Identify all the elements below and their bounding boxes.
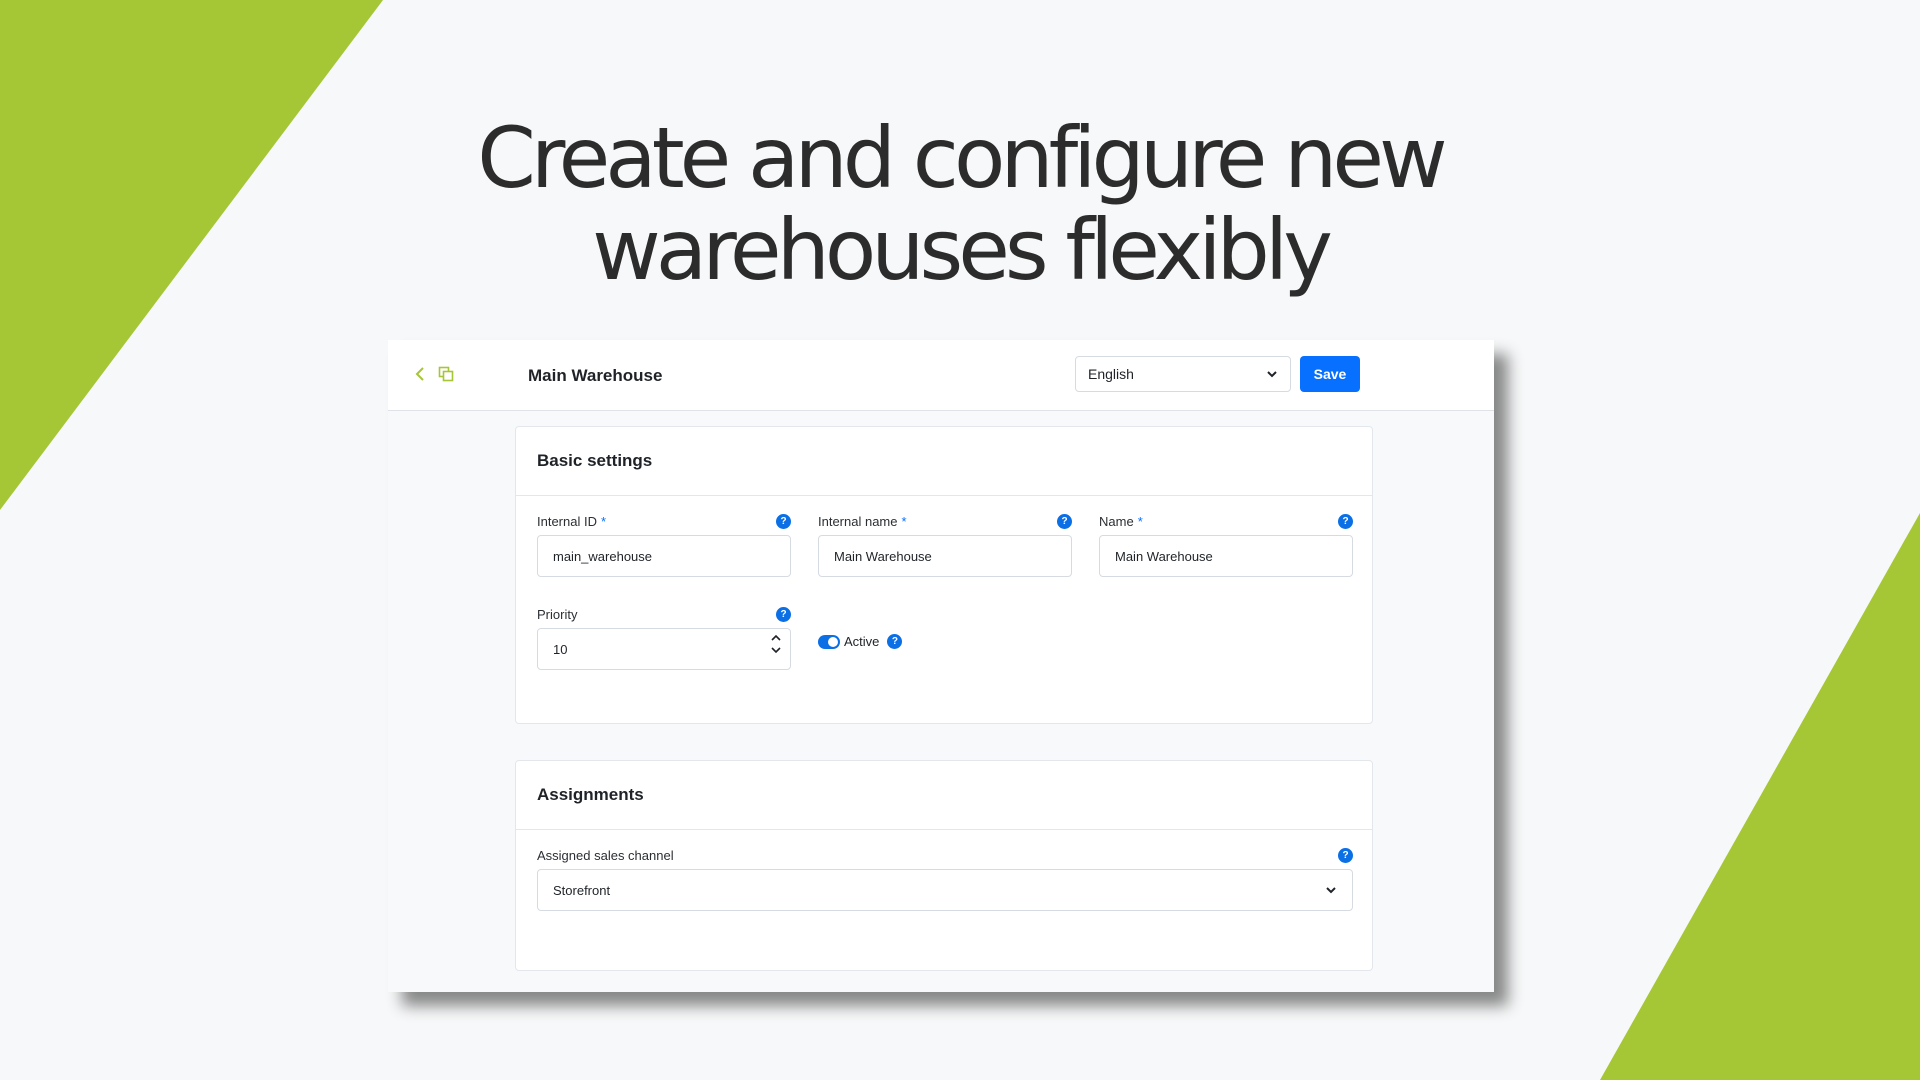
internal-id-label: Internal ID: [537, 513, 597, 529]
active-toggle-field: Active ?: [818, 634, 903, 649]
chevron-down-icon: [1325, 886, 1337, 894]
help-icon[interactable]: ?: [776, 513, 791, 529]
basic-settings-card: Basic settings Internal ID * ? main_ware…: [515, 426, 1373, 724]
internal-name-label: Internal name: [818, 513, 898, 529]
language-select-value: English: [1088, 366, 1134, 382]
active-toggle[interactable]: [818, 634, 840, 649]
headline: Create and configure new warehouses flex…: [0, 112, 1920, 296]
help-icon[interactable]: ?: [1057, 513, 1072, 529]
copy-icon: [438, 366, 454, 382]
name-field: Name * ? Main Warehouse: [1099, 511, 1353, 577]
required-marker: *: [600, 513, 607, 529]
chevron-up-icon[interactable]: [771, 634, 781, 641]
help-icon[interactable]: ?: [1338, 847, 1353, 863]
sales-channel-select[interactable]: Storefront: [537, 869, 1353, 911]
help-icon[interactable]: ?: [776, 606, 791, 622]
assignments-heading: Assignments: [516, 761, 1372, 830]
name-label: Name: [1099, 513, 1134, 529]
chevron-left-icon: [415, 367, 424, 381]
save-button[interactable]: Save: [1300, 356, 1360, 392]
required-marker: *: [901, 513, 907, 529]
name-input[interactable]: Main Warehouse: [1099, 535, 1353, 577]
chevron-down-icon[interactable]: [771, 647, 781, 654]
help-icon[interactable]: ?: [887, 634, 903, 649]
priority-input[interactable]: 10: [537, 628, 791, 670]
headline-line-1: Create and configure new: [477, 109, 1448, 207]
internal-id-field: Internal ID * ? main_warehouse: [537, 511, 791, 577]
basic-settings-heading: Basic settings: [516, 427, 1372, 496]
sales-channel-value: Storefront: [553, 882, 611, 898]
internal-name-field: Internal name * ? Main Warehouse: [818, 511, 1072, 577]
internal-name-input[interactable]: Main Warehouse: [818, 535, 1072, 577]
sales-channel-field: Assigned sales channel ? Storefront: [537, 845, 1353, 911]
priority-stepper: [771, 634, 781, 654]
sales-channel-label: Assigned sales channel: [537, 847, 674, 863]
internal-id-input[interactable]: main_warehouse: [537, 535, 791, 577]
page-title: Main Warehouse: [528, 366, 663, 385]
language-select[interactable]: English: [1075, 356, 1291, 392]
help-icon[interactable]: ?: [1338, 513, 1353, 529]
duplicate-button[interactable]: [434, 362, 458, 386]
chevron-down-icon: [1266, 370, 1278, 378]
top-bar: Main Warehouse English Save: [388, 340, 1494, 411]
active-label: Active: [844, 634, 880, 649]
back-button[interactable]: [408, 362, 432, 386]
priority-field: Priority ? 10: [537, 604, 791, 670]
required-marker: *: [1137, 513, 1143, 529]
assignments-card: Assignments Assigned sales channel ? Sto…: [515, 760, 1373, 971]
app-window: Main Warehouse English Save Basic settin…: [388, 340, 1494, 992]
priority-label: Priority: [537, 606, 578, 622]
headline-line-2: warehouses flexibly: [592, 201, 1333, 299]
